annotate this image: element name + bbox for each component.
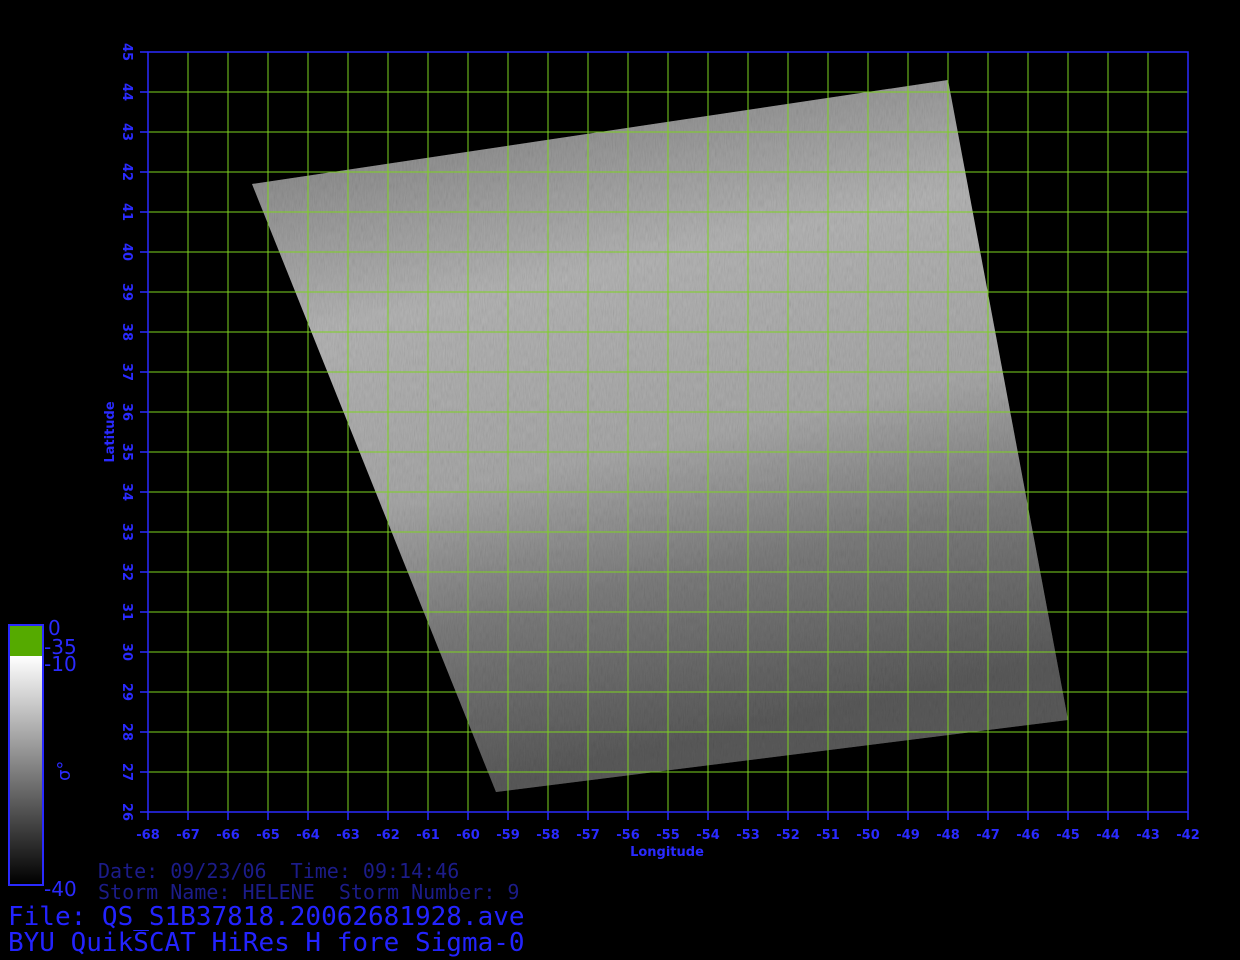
x-tick-label: -65 bbox=[256, 828, 280, 843]
file-name-line: File: QS_S1B37818.20062681928.ave bbox=[8, 902, 525, 932]
x-tick-label: -67 bbox=[176, 828, 200, 843]
x-tick-label: -64 bbox=[296, 828, 320, 843]
x-tick-label: -49 bbox=[896, 828, 920, 843]
colorbar-land-swatch bbox=[10, 626, 42, 656]
colorbar: 0 -35 -10 σ° -40 bbox=[8, 616, 77, 901]
x-tick-label: -68 bbox=[136, 828, 160, 843]
y-tick-label: 35 bbox=[119, 443, 134, 461]
y-tick-label: 43 bbox=[119, 123, 134, 141]
y-tick-label: 40 bbox=[119, 243, 134, 261]
x-tick-label: -56 bbox=[616, 828, 640, 843]
x-tick-label: -53 bbox=[736, 828, 760, 843]
y-tick-label: 32 bbox=[119, 563, 134, 581]
y-tick-label: 28 bbox=[119, 723, 134, 741]
y-tick-label: 26 bbox=[119, 803, 134, 821]
x-tick-label: -55 bbox=[656, 828, 680, 843]
x-tick-label: -50 bbox=[856, 828, 880, 843]
y-tick-label: 39 bbox=[119, 283, 134, 301]
x-axis-label: Longitude bbox=[630, 845, 704, 860]
swath-image bbox=[252, 80, 1068, 792]
y-tick-label: 31 bbox=[119, 603, 134, 621]
x-tick-label: -42 bbox=[1176, 828, 1200, 843]
y-tick-label: 33 bbox=[119, 523, 134, 541]
x-tick-label: -48 bbox=[936, 828, 960, 843]
sigma0-swath bbox=[252, 80, 1068, 792]
x-tick-label: -58 bbox=[536, 828, 560, 843]
y-axis-label: Latitude bbox=[103, 401, 118, 463]
y-tick-label: 34 bbox=[119, 483, 134, 501]
y-tick-label: 37 bbox=[119, 363, 134, 381]
y-tick-label: 45 bbox=[119, 43, 134, 61]
x-tick-label: -63 bbox=[336, 828, 360, 843]
x-tick-label: -46 bbox=[1016, 828, 1040, 843]
x-tick-label: -57 bbox=[576, 828, 600, 843]
x-tick-label: -54 bbox=[696, 828, 720, 843]
y-tick-label: 38 bbox=[119, 323, 134, 341]
x-tick-label: -60 bbox=[456, 828, 480, 843]
map-figure: -68 -67 -66 -65 -64 -63 -62 -61 -60 -59 -58 -57 -56 -… bbox=[8, 43, 1200, 901]
colorbar-label-minus10: -10 bbox=[44, 652, 77, 676]
y-tick-label: 42 bbox=[119, 163, 134, 181]
colorbar-gradient bbox=[10, 656, 42, 884]
x-tick-label: -62 bbox=[376, 828, 400, 843]
x-tick-label: -44 bbox=[1096, 828, 1120, 843]
x-tick-label: -59 bbox=[496, 828, 520, 843]
x-tick-label: -52 bbox=[776, 828, 800, 843]
date-time-line: Date: 09/23/06 Time: 09:14:46 bbox=[98, 859, 460, 883]
x-tick-label: -43 bbox=[1136, 828, 1160, 843]
storm-info-line: Storm Name: HELENE Storm Number: 9 bbox=[98, 880, 520, 904]
colorbar-label-sigma0: σ° bbox=[54, 761, 75, 781]
y-tick-label: 41 bbox=[119, 203, 134, 221]
colorbar-label-minus40: -40 bbox=[44, 877, 77, 901]
x-tick-label: -47 bbox=[976, 828, 1000, 843]
x-tick-label: -61 bbox=[416, 828, 440, 843]
product-title-line: BYU QuikSCAT HiRes H fore Sigma-0 bbox=[8, 928, 525, 958]
y-tick-label: 29 bbox=[119, 683, 134, 701]
x-tick-label: -66 bbox=[216, 828, 240, 843]
y-tick-label: 36 bbox=[119, 403, 134, 421]
y-tick-label: 30 bbox=[119, 643, 134, 661]
y-tick-label: 44 bbox=[119, 83, 134, 101]
y-tick-label: 27 bbox=[119, 763, 134, 781]
x-tick-label: -45 bbox=[1056, 828, 1080, 843]
x-tick-label: -51 bbox=[816, 828, 840, 843]
